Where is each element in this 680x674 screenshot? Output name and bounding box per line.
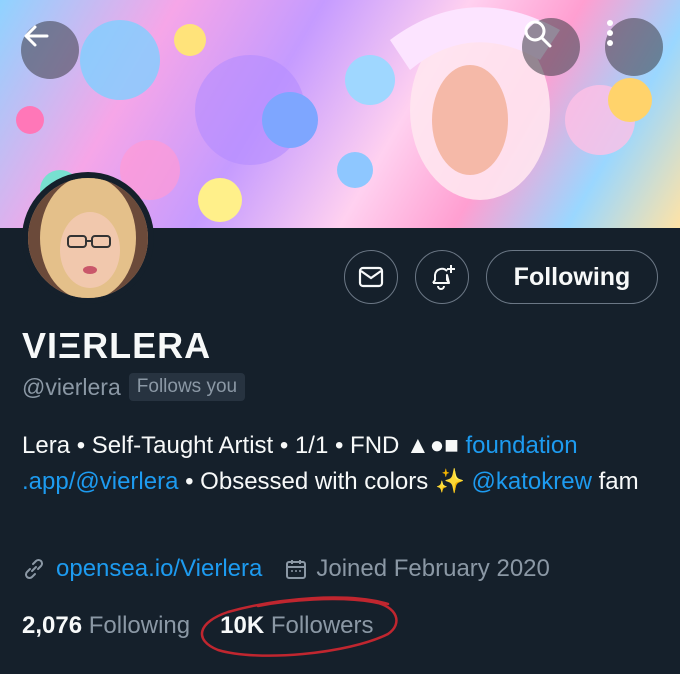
more-button[interactable] [605,18,663,76]
bio-text: Lera • Self-Taught Artist • 1/1 • FND ▲●… [22,432,466,459]
handle-row: @vierlera Follows you [22,373,246,401]
avatar-image [28,178,148,298]
user-handle: @vierlera [22,373,121,400]
more-vertical-icon [607,20,613,46]
profile-meta: opensea.io/Vierlera Joined February 2020 [22,555,550,583]
message-button[interactable] [344,250,398,304]
notify-button[interactable] [415,250,469,304]
joined-date-group: Joined February 2020 [284,555,550,583]
joined-date: Joined February 2020 [316,555,550,582]
back-arrow-icon [24,25,49,47]
mail-icon [358,266,384,288]
search-icon [524,20,552,48]
back-button[interactable] [21,21,79,79]
calendar-icon [286,560,307,579]
website-link[interactable]: opensea.io/Vierlera [56,555,262,583]
following-stat[interactable]: 2,076 Following [22,612,190,640]
search-button[interactable] [522,18,580,76]
bell-plus-icon [432,265,455,290]
display-name: VIΞRLERA [22,325,212,366]
profile-bio: Lera • Self-Taught Artist • 1/1 • FND ▲●… [22,428,662,500]
following-count: 2,076 [22,612,83,639]
following-label: Following [88,612,191,639]
following-button[interactable]: Following [486,250,658,304]
link-icon [24,558,44,580]
profile-avatar[interactable] [22,172,154,304]
bio-mention[interactable]: @katokrew [472,468,592,495]
follows-you-badge: Follows you [128,373,246,401]
bio-text: • Obsessed with colors ✨ [178,468,472,495]
bio-text: fam [591,468,639,495]
red-circle-annotation [200,596,398,657]
